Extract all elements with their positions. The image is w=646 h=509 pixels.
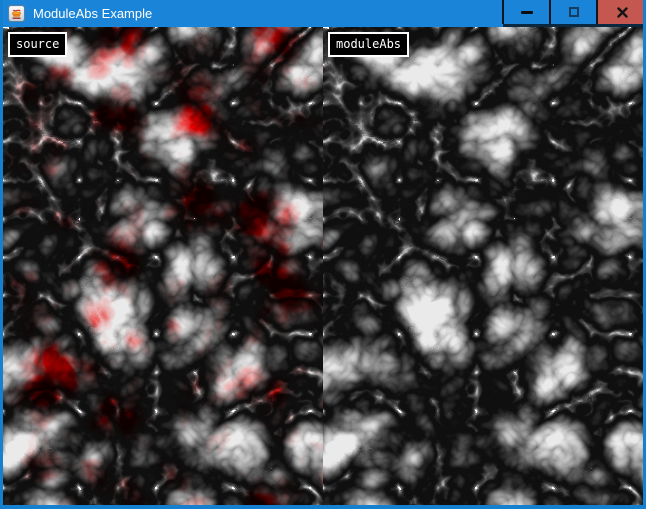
window-controls <box>502 0 646 24</box>
moduleabs-label: moduleAbs <box>328 32 409 57</box>
panel-moduleabs: moduleAbs <box>323 27 643 505</box>
source-noise-image <box>3 27 323 505</box>
minimize-button[interactable] <box>504 0 549 24</box>
maximize-icon <box>569 7 579 17</box>
source-label: source <box>8 32 67 57</box>
minimize-icon <box>521 11 533 14</box>
app-window: ModuleAbs Example <box>0 0 646 509</box>
close-button[interactable] <box>598 0 646 24</box>
java-coffee-cup-icon[interactable] <box>8 5 25 22</box>
window-title: ModuleAbs Example <box>33 0 152 28</box>
maximize-button[interactable] <box>551 0 596 24</box>
titlebar[interactable]: ModuleAbs Example <box>0 0 646 27</box>
moduleabs-noise-image <box>323 27 643 505</box>
content-area: source <box>3 27 643 505</box>
panel-source: source <box>3 27 323 505</box>
close-icon <box>617 7 628 18</box>
